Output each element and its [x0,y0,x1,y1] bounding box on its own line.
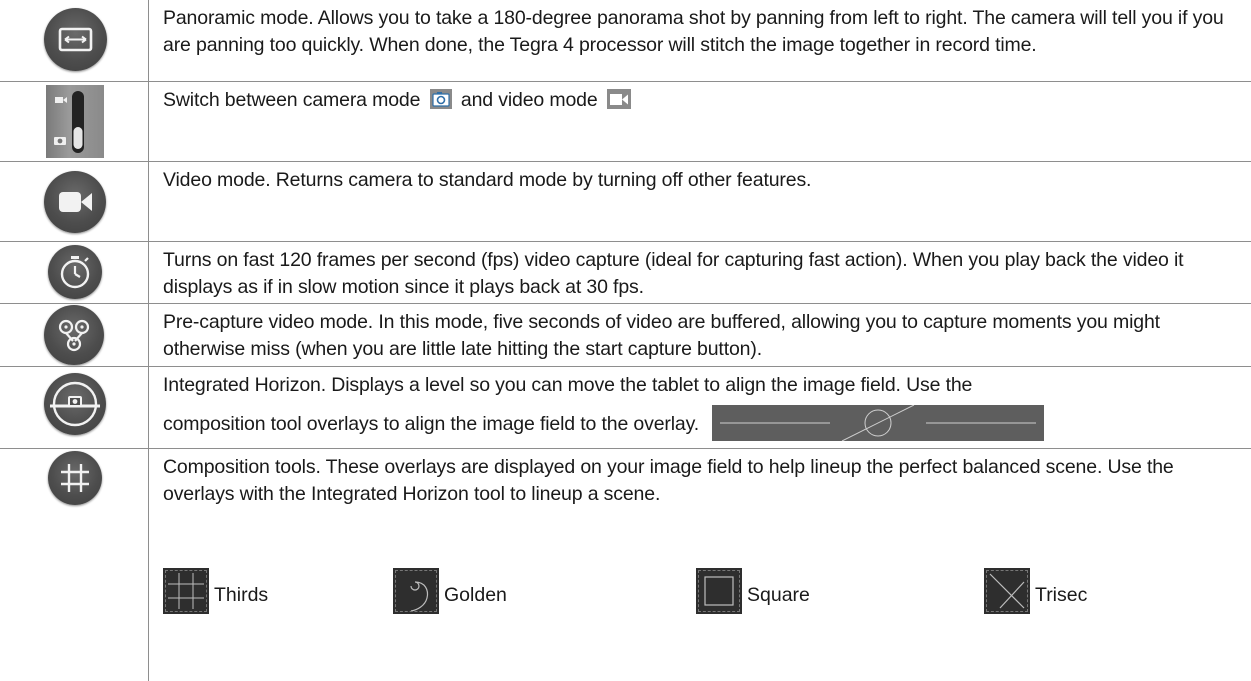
row-text-line: composition tool overlays to align the i… [163,413,700,436]
horizon-overlay-icon [712,404,1045,442]
row-text: Integrated Horizon. Displays a level so … [163,372,1241,443]
pre-capture-icon [44,305,104,365]
table-row: Composition tools. These overlays are di… [0,449,1251,681]
horizon-level-icon [44,373,106,435]
overlay-label: Trisec [1035,584,1088,606]
video-camera-icon [44,171,106,233]
overlay-label: Golden [444,584,507,606]
table-row: Integrated Horizon. Displays a level so … [0,367,1251,449]
row-text-line: Integrated Horizon. Displays a level so … [163,374,973,396]
square-overlay-icon [696,568,742,614]
icon-cell [0,242,148,304]
icon-cell [0,304,148,367]
table-row: Switch between camera mode and video mod… [0,82,1251,162]
icon-cell [0,367,148,449]
video-icon [606,89,631,117]
row-text: Turns on fast 120 frames per second (fps… [163,249,1184,298]
table-row: Turns on fast 120 frames per second (fps… [0,242,1251,304]
thirds-overlay-icon [163,568,209,614]
table-row: Panoramic mode. Allows you to take a 180… [0,0,1251,82]
stopwatch-icon [48,245,102,299]
overlay-label: Square [747,584,810,606]
table-row: Video mode. Returns camera to standard m… [0,162,1251,242]
trisec-overlay-icon [984,568,1030,614]
table-row: Pre-capture video mode. In this mode, fi… [0,304,1251,367]
icon-cell [0,162,148,242]
golden-spiral-overlay-icon [393,568,439,614]
row-text: Switch between camera mode and video mod… [163,87,1241,117]
camera-features-table: Panoramic mode. Allows you to take a 180… [0,0,1251,681]
icon-cell [0,0,148,82]
row-text: Composition tools. These overlays are di… [163,454,1241,508]
row-text: Video mode. Returns camera to standard m… [163,169,812,191]
row-text-part: Switch between camera mode [163,89,421,111]
camera-icon [429,89,452,117]
row-text-body: Composition tools. These overlays are di… [163,456,1174,505]
icon-cell [0,449,148,681]
row-text: Panoramic mode. Allows you to take a 180… [163,7,1224,56]
row-text-part: and video mode [460,89,598,111]
overlay-options: Thirds Golden Square Trisec [0,568,1251,616]
grid-icon [48,451,102,505]
row-text: Pre-capture video mode. In this mode, fi… [163,311,1160,360]
icon-cell [0,82,148,162]
camera-video-switch-icon [46,85,104,158]
panorama-icon [44,8,107,71]
overlay-label: Thirds [214,584,269,606]
